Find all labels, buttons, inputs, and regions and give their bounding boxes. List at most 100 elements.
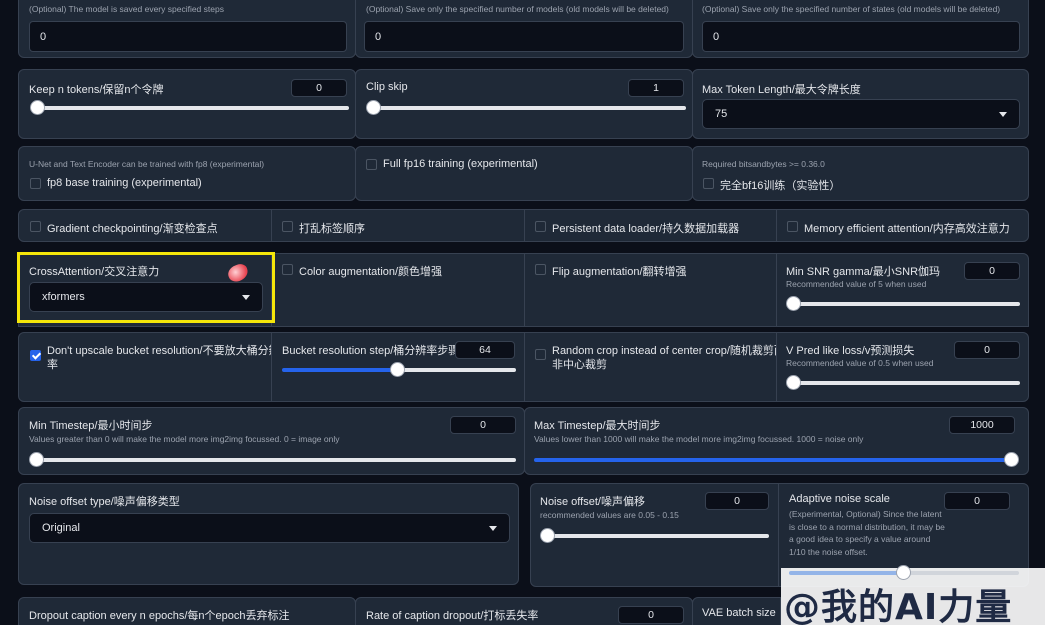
memory-efficient-checkbox[interactable] — [787, 221, 798, 232]
min-timestep-label: Min Timestep/最小时间步 — [29, 420, 153, 432]
min-timestep-slider-track[interactable] — [30, 458, 516, 462]
keep-tokens-slider-track[interactable] — [31, 106, 349, 110]
max-timestep-label: Max Timestep/最大时间步 — [534, 420, 661, 432]
noise-type-dropdown[interactable]: Original — [29, 513, 510, 543]
dropout-epochs-panel: Dropout caption every n epochs/每n个epoch丢… — [18, 597, 356, 625]
save-models-panel: (Optional) Save only the specified numbe… — [355, 0, 693, 58]
bucket-step-slider-track[interactable] — [398, 368, 516, 372]
vpred-slider-thumb[interactable] — [786, 375, 801, 390]
clip-skip-slider-thumb[interactable] — [366, 100, 381, 115]
shuffle-tags-cell: 打乱标签顺序 — [271, 209, 525, 242]
fp16-checkbox[interactable] — [366, 159, 377, 170]
min-snr-slider-thumb[interactable] — [786, 296, 801, 311]
noise-offset-number[interactable]: 0 — [705, 492, 769, 510]
max-token-dropdown[interactable]: 75 — [702, 99, 1020, 129]
rate-dropout-panel: Rate of caption dropout/打标丢失率 0 — [355, 597, 693, 625]
noise-type-value: Original — [42, 522, 80, 534]
keep-tokens-number[interactable]: 0 — [291, 79, 347, 97]
min-snr-cell: Min SNR gamma/最小SNR伽玛 Recommended value … — [776, 253, 1029, 327]
adaptive-noise-slider-fill — [789, 571, 903, 575]
keep-tokens-label: Keep n tokens/保留n个令牌 — [29, 84, 164, 96]
max-timestep-hint: Values lower than 1000 will make the mod… — [534, 434, 864, 444]
dont-upscale-label-line1[interactable]: Don't upscale bucket resolution/不要放大桶分辨 — [47, 342, 280, 358]
noise-offset-hint: recommended values are 0.05 - 0.15 — [540, 510, 679, 520]
highlight-box — [17, 252, 275, 323]
max-timestep-number[interactable]: 1000 — [949, 416, 1015, 434]
random-crop-checkbox[interactable] — [535, 349, 546, 360]
noise-offset-cell: Noise offset/噪声偏移 recommended values are… — [530, 483, 779, 587]
memory-efficient-cell: Memory efficient attention/内存高效注意力 — [776, 209, 1029, 242]
memory-efficient-label[interactable]: Memory efficient attention/内存高效注意力 — [804, 220, 1010, 236]
save-states-input[interactable]: 0 — [702, 21, 1020, 52]
bf16-label[interactable]: 完全bf16训练（实验性） — [720, 177, 840, 193]
fp8-hint: U-Net and Text Encoder can be trained wi… — [29, 159, 265, 169]
save-states-panel: (Optional) Save only the specified numbe… — [692, 0, 1029, 58]
color-aug-label[interactable]: Color augmentation/颜色增强 — [299, 263, 442, 279]
dont-upscale-checkbox[interactable] — [30, 350, 41, 361]
max-timestep-slider-thumb[interactable] — [1004, 452, 1019, 467]
flip-aug-label[interactable]: Flip augmentation/翻转增强 — [552, 263, 687, 279]
gradient-checkpointing-label[interactable]: Gradient checkpointing/渐变检查点 — [47, 220, 218, 236]
noise-offset-slider-thumb[interactable] — [540, 528, 555, 543]
vae-batch-panel: VAE batch size — [692, 597, 781, 625]
min-timestep-number[interactable]: 0 — [450, 416, 516, 434]
dont-upscale-cell: Don't upscale bucket resolution/不要放大桶分辨 … — [18, 332, 280, 402]
color-aug-cell: Color augmentation/颜色增强 — [271, 253, 525, 327]
noise-type-panel: Noise offset type/噪声偏移类型 Original — [18, 483, 519, 585]
random-crop-cell: Random crop instead of center crop/随机裁剪而… — [524, 332, 785, 402]
bucket-step-label: Bucket resolution step/桶分辨率步骤 — [282, 345, 460, 357]
bucket-step-slider-thumb[interactable] — [390, 362, 405, 377]
color-aug-checkbox[interactable] — [282, 264, 293, 275]
flip-aug-checkbox[interactable] — [535, 264, 546, 275]
fp16-panel: Full fp16 training (experimental) — [355, 146, 693, 201]
vpred-cell: V Pred like loss/v预测损失 Recommended value… — [776, 332, 1029, 402]
dont-upscale-label-line2[interactable]: 率 — [47, 356, 58, 372]
vpred-hint: Recommended value of 0.5 when used — [786, 358, 934, 368]
max-timestep-panel: Max Timestep/最大时间步 Values lower than 100… — [524, 407, 1029, 475]
shuffle-tags-label[interactable]: 打乱标签顺序 — [299, 220, 365, 236]
clip-skip-number[interactable]: 1 — [628, 79, 684, 97]
vpred-label: V Pred like loss/v预测损失 — [786, 345, 915, 357]
min-timestep-slider-thumb[interactable] — [29, 452, 44, 467]
min-timestep-panel: Min Timestep/最小时间步 Values greater than 0… — [18, 407, 525, 475]
bucket-step-slider-fill — [282, 368, 398, 372]
noise-offset-slider-track[interactable] — [541, 534, 769, 538]
adaptive-noise-slider-track[interactable] — [903, 571, 1019, 575]
rate-dropout-number[interactable]: 0 — [618, 606, 684, 624]
clip-skip-slider-track[interactable] — [368, 106, 686, 110]
flip-aug-cell: Flip augmentation/翻转增强 — [524, 253, 777, 327]
min-snr-slider-track[interactable] — [787, 302, 1020, 306]
random-crop-label-line2[interactable]: 非中心裁剪 — [552, 356, 607, 372]
fp8-checkbox[interactable] — [30, 178, 41, 189]
max-timestep-slider-fill — [534, 458, 1012, 462]
noise-offset-label: Noise offset/噪声偏移 — [540, 496, 645, 508]
save-every-hint: (Optional) The model is saved every spec… — [29, 4, 224, 14]
vpred-slider-track[interactable] — [787, 381, 1020, 385]
save-every-panel: (Optional) The model is saved every spec… — [18, 0, 356, 58]
save-states-hint: (Optional) Save only the specified numbe… — [702, 4, 1001, 14]
adaptive-noise-label: Adaptive noise scale — [789, 493, 890, 505]
gradient-checkpointing-checkbox[interactable] — [30, 221, 41, 232]
min-snr-number[interactable]: 0 — [964, 262, 1020, 280]
shuffle-tags-checkbox[interactable] — [282, 221, 293, 232]
persistent-loader-label[interactable]: Persistent data loader/持久数据加载器 — [552, 220, 739, 236]
bucket-step-cell: Bucket resolution step/桶分辨率步骤 64 — [271, 332, 525, 402]
fp8-panel: U-Net and Text Encoder can be trained wi… — [18, 146, 356, 201]
dropout-epochs-label: Dropout caption every n epochs/每n个epoch丢… — [29, 610, 290, 622]
adaptive-noise-number[interactable]: 0 — [944, 492, 1010, 510]
bf16-checkbox[interactable] — [703, 178, 714, 189]
persistent-loader-cell: Persistent data loader/持久数据加载器 — [524, 209, 777, 242]
bucket-step-number[interactable]: 64 — [455, 341, 515, 359]
max-token-value: 75 — [715, 108, 728, 120]
chevron-down-icon — [999, 111, 1007, 117]
fp16-label[interactable]: Full fp16 training (experimental) — [383, 158, 538, 170]
save-models-input[interactable]: 0 — [364, 21, 684, 52]
min-timestep-hint: Values greater than 0 will make the mode… — [29, 434, 340, 444]
save-every-input[interactable]: 0 — [29, 21, 347, 52]
persistent-loader-checkbox[interactable] — [535, 221, 546, 232]
fp8-label[interactable]: fp8 base training (experimental) — [47, 177, 202, 189]
vpred-number[interactable]: 0 — [954, 341, 1020, 359]
min-snr-label: Min SNR gamma/最小SNR伽玛 — [786, 266, 941, 278]
bf16-panel: Required bitsandbytes >= 0.36.0 完全bf16训练… — [692, 146, 1029, 201]
keep-tokens-slider-thumb[interactable] — [30, 100, 45, 115]
